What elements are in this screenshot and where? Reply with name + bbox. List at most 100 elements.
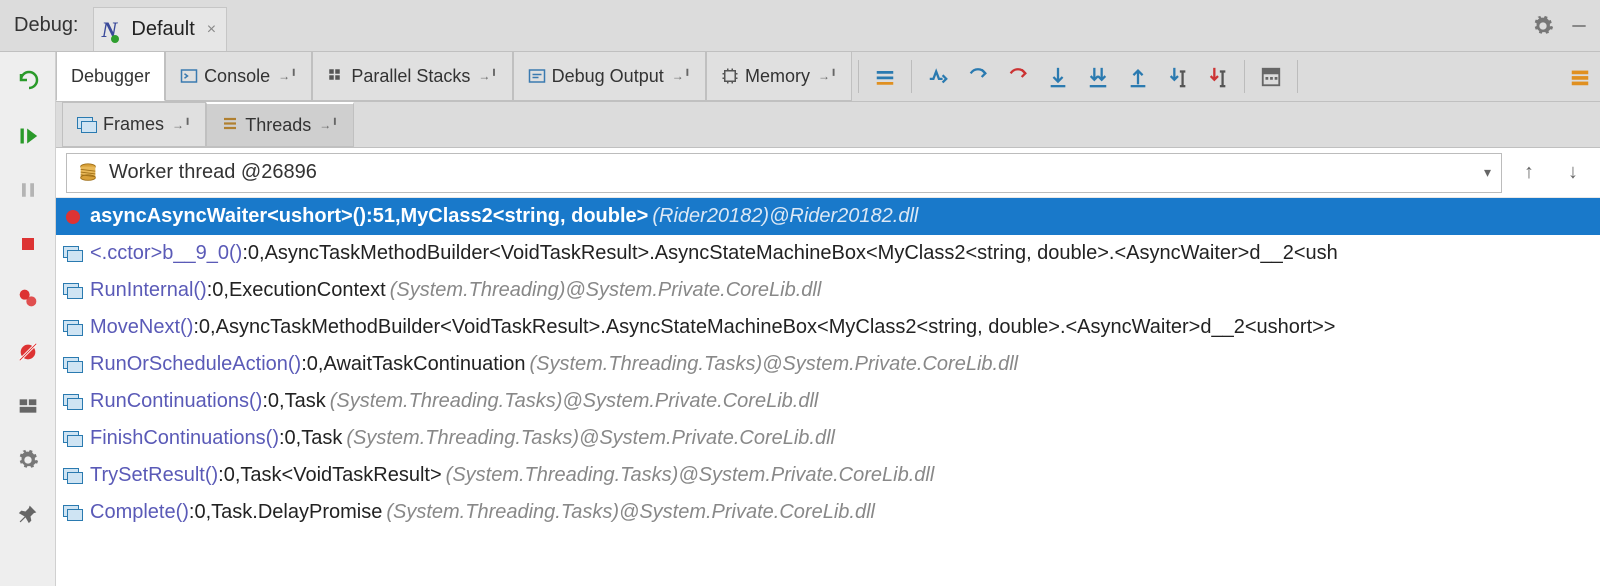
thread-spool-icon [77, 162, 99, 184]
frame-row[interactable]: async AsyncWaiter<ushort>():51, MyClass2… [56, 198, 1600, 235]
run-config-name: Default [131, 18, 194, 41]
stack-frame-icon [60, 431, 86, 447]
show-execution-point-button[interactable] [865, 52, 905, 101]
frame-method: <.cctor>b__9_0() [90, 242, 242, 265]
subtab-threads[interactable]: Threads →╹ [206, 102, 353, 147]
stack-frame-icon [60, 320, 86, 336]
tab-debug-output[interactable]: Debug Output →╹ [513, 52, 706, 101]
step-out-button[interactable] [1118, 52, 1158, 101]
resume-button[interactable] [10, 118, 46, 154]
rerun-button[interactable] [10, 64, 46, 100]
frame-method: AsyncWaiter<ushort>() [147, 205, 366, 228]
stack-frame-icon [60, 394, 86, 410]
frame-location: :0, [189, 501, 211, 524]
frame-type: Task.DelayPromise [211, 501, 382, 524]
tab-console-label: Console [204, 66, 270, 87]
evaluate-expression-button[interactable] [1251, 52, 1291, 101]
frame-row[interactable]: RunInternal():0, ExecutionContext (Syste… [56, 272, 1600, 309]
gear-icon [1532, 15, 1554, 37]
smart-step-into-button[interactable] [1078, 52, 1118, 101]
frame-type: Task [285, 390, 326, 413]
debug-output-icon [528, 67, 546, 85]
tab-memory[interactable]: Memory →╹ [706, 52, 852, 101]
frame-method: MoveNext() [90, 316, 193, 339]
previous-frame-button[interactable]: ↑ [1512, 156, 1546, 190]
stack-frame-icon [60, 468, 86, 484]
frame-type: Task [301, 427, 342, 450]
subtab-frames[interactable]: Frames →╹ [62, 102, 206, 147]
dotnet-icon: N [102, 17, 118, 43]
layout-settings-button[interactable] [1560, 52, 1600, 101]
frame-module: (Rider20182)@Rider20182.dll [652, 205, 918, 228]
thread-selector-row: Worker thread @26896 ▾ ↑ ↓ [56, 148, 1600, 198]
tab-debug-output-label: Debug Output [552, 66, 664, 87]
frame-location: :0, [218, 464, 240, 487]
frame-type: ExecutionContext [229, 279, 386, 302]
frame-location: :0, [193, 316, 215, 339]
frame-location: :51, [366, 205, 400, 228]
force-step-into-button[interactable] [1038, 52, 1078, 101]
frame-type: AsyncTaskMethodBuilder<VoidTaskResult>.A… [216, 316, 1336, 339]
run-to-cursor-button[interactable] [1158, 52, 1198, 101]
tab-debugger[interactable]: Debugger [56, 52, 165, 101]
frame-location: :0, [207, 279, 229, 302]
settings-gutter-button[interactable] [10, 442, 46, 478]
stack-frame-icon [60, 357, 86, 373]
minimize-icon [1569, 16, 1589, 36]
tab-console[interactable]: Console →╹ [165, 52, 312, 101]
breakpoint-icon [60, 209, 86, 225]
tab-memory-label: Memory [745, 66, 810, 87]
step-over-button[interactable] [918, 52, 958, 101]
frame-row[interactable]: RunOrScheduleAction():0, AwaitTaskContin… [56, 346, 1600, 383]
frame-location: :0, [301, 353, 323, 376]
frames-icon [77, 117, 97, 133]
frame-row[interactable]: TrySetResult():0, Task<VoidTaskResult> (… [56, 457, 1600, 494]
debugger-toolbar: Debugger Console →╹ Parallel Stacks →╹ D… [56, 52, 1600, 102]
view-breakpoints-button[interactable] [10, 280, 46, 316]
settings-button[interactable] [1528, 11, 1558, 41]
pin-icon: →╹ [172, 118, 191, 132]
threads-icon [221, 116, 239, 134]
frame-module: (System.Threading.Tasks)@System.Private.… [446, 464, 935, 487]
frame-method: Complete() [90, 501, 189, 524]
layout-button[interactable] [10, 388, 46, 424]
thread-selector[interactable]: Worker thread @26896 ▾ [66, 153, 1502, 193]
frame-module: (System.Threading)@System.Private.CoreLi… [390, 279, 822, 302]
close-icon[interactable]: × [207, 21, 216, 39]
frame-type: MyClass2<string, double> [401, 205, 649, 228]
pause-button[interactable] [10, 172, 46, 208]
stack-frame-icon [60, 505, 86, 521]
frame-module: (System.Threading.Tasks)@System.Private.… [386, 501, 875, 524]
frame-method: FinishContinuations() [90, 427, 279, 450]
frame-method: RunOrScheduleAction() [90, 353, 301, 376]
frame-list: async AsyncWaiter<ushort>():51, MyClass2… [56, 198, 1600, 586]
next-frame-button[interactable]: ↓ [1556, 156, 1590, 190]
pin-icon: →╹ [319, 118, 338, 132]
mute-breakpoints-button[interactable] [10, 334, 46, 370]
console-icon [180, 67, 198, 85]
step-into-red-button[interactable] [998, 52, 1038, 101]
frame-row[interactable]: FinishContinuations():0, Task (System.Th… [56, 420, 1600, 457]
frame-prefix: async [90, 205, 147, 228]
frame-row[interactable]: <.cctor>b__9_0():0, AsyncTaskMethodBuild… [56, 235, 1600, 272]
tab-parallel-label: Parallel Stacks [351, 66, 470, 87]
frame-location: :0, [279, 427, 301, 450]
frame-module: (System.Threading.Tasks)@System.Private.… [346, 427, 835, 450]
frame-method: RunContinuations() [90, 390, 262, 413]
stack-frame-icon [60, 283, 86, 299]
frame-row[interactable]: Complete():0, Task.DelayPromise (System.… [56, 494, 1600, 531]
step-into-button[interactable] [958, 52, 998, 101]
debug-gutter [0, 52, 56, 586]
tab-parallel-stacks[interactable]: Parallel Stacks →╹ [312, 52, 512, 101]
pin-button[interactable] [10, 496, 46, 532]
frame-row[interactable]: MoveNext():0, AsyncTaskMethodBuilder<Voi… [56, 309, 1600, 346]
minimize-button[interactable] [1564, 11, 1594, 41]
force-run-to-cursor-button[interactable] [1198, 52, 1238, 101]
frame-row[interactable]: RunContinuations():0, Task (System.Threa… [56, 383, 1600, 420]
stop-button[interactable] [10, 226, 46, 262]
frame-location: :0, [262, 390, 284, 413]
thread-selector-value: Worker thread @26896 [109, 161, 317, 184]
tab-debugger-label: Debugger [71, 66, 150, 87]
pin-icon: →╹ [818, 69, 837, 83]
run-config-tab[interactable]: N Default × [93, 7, 228, 51]
